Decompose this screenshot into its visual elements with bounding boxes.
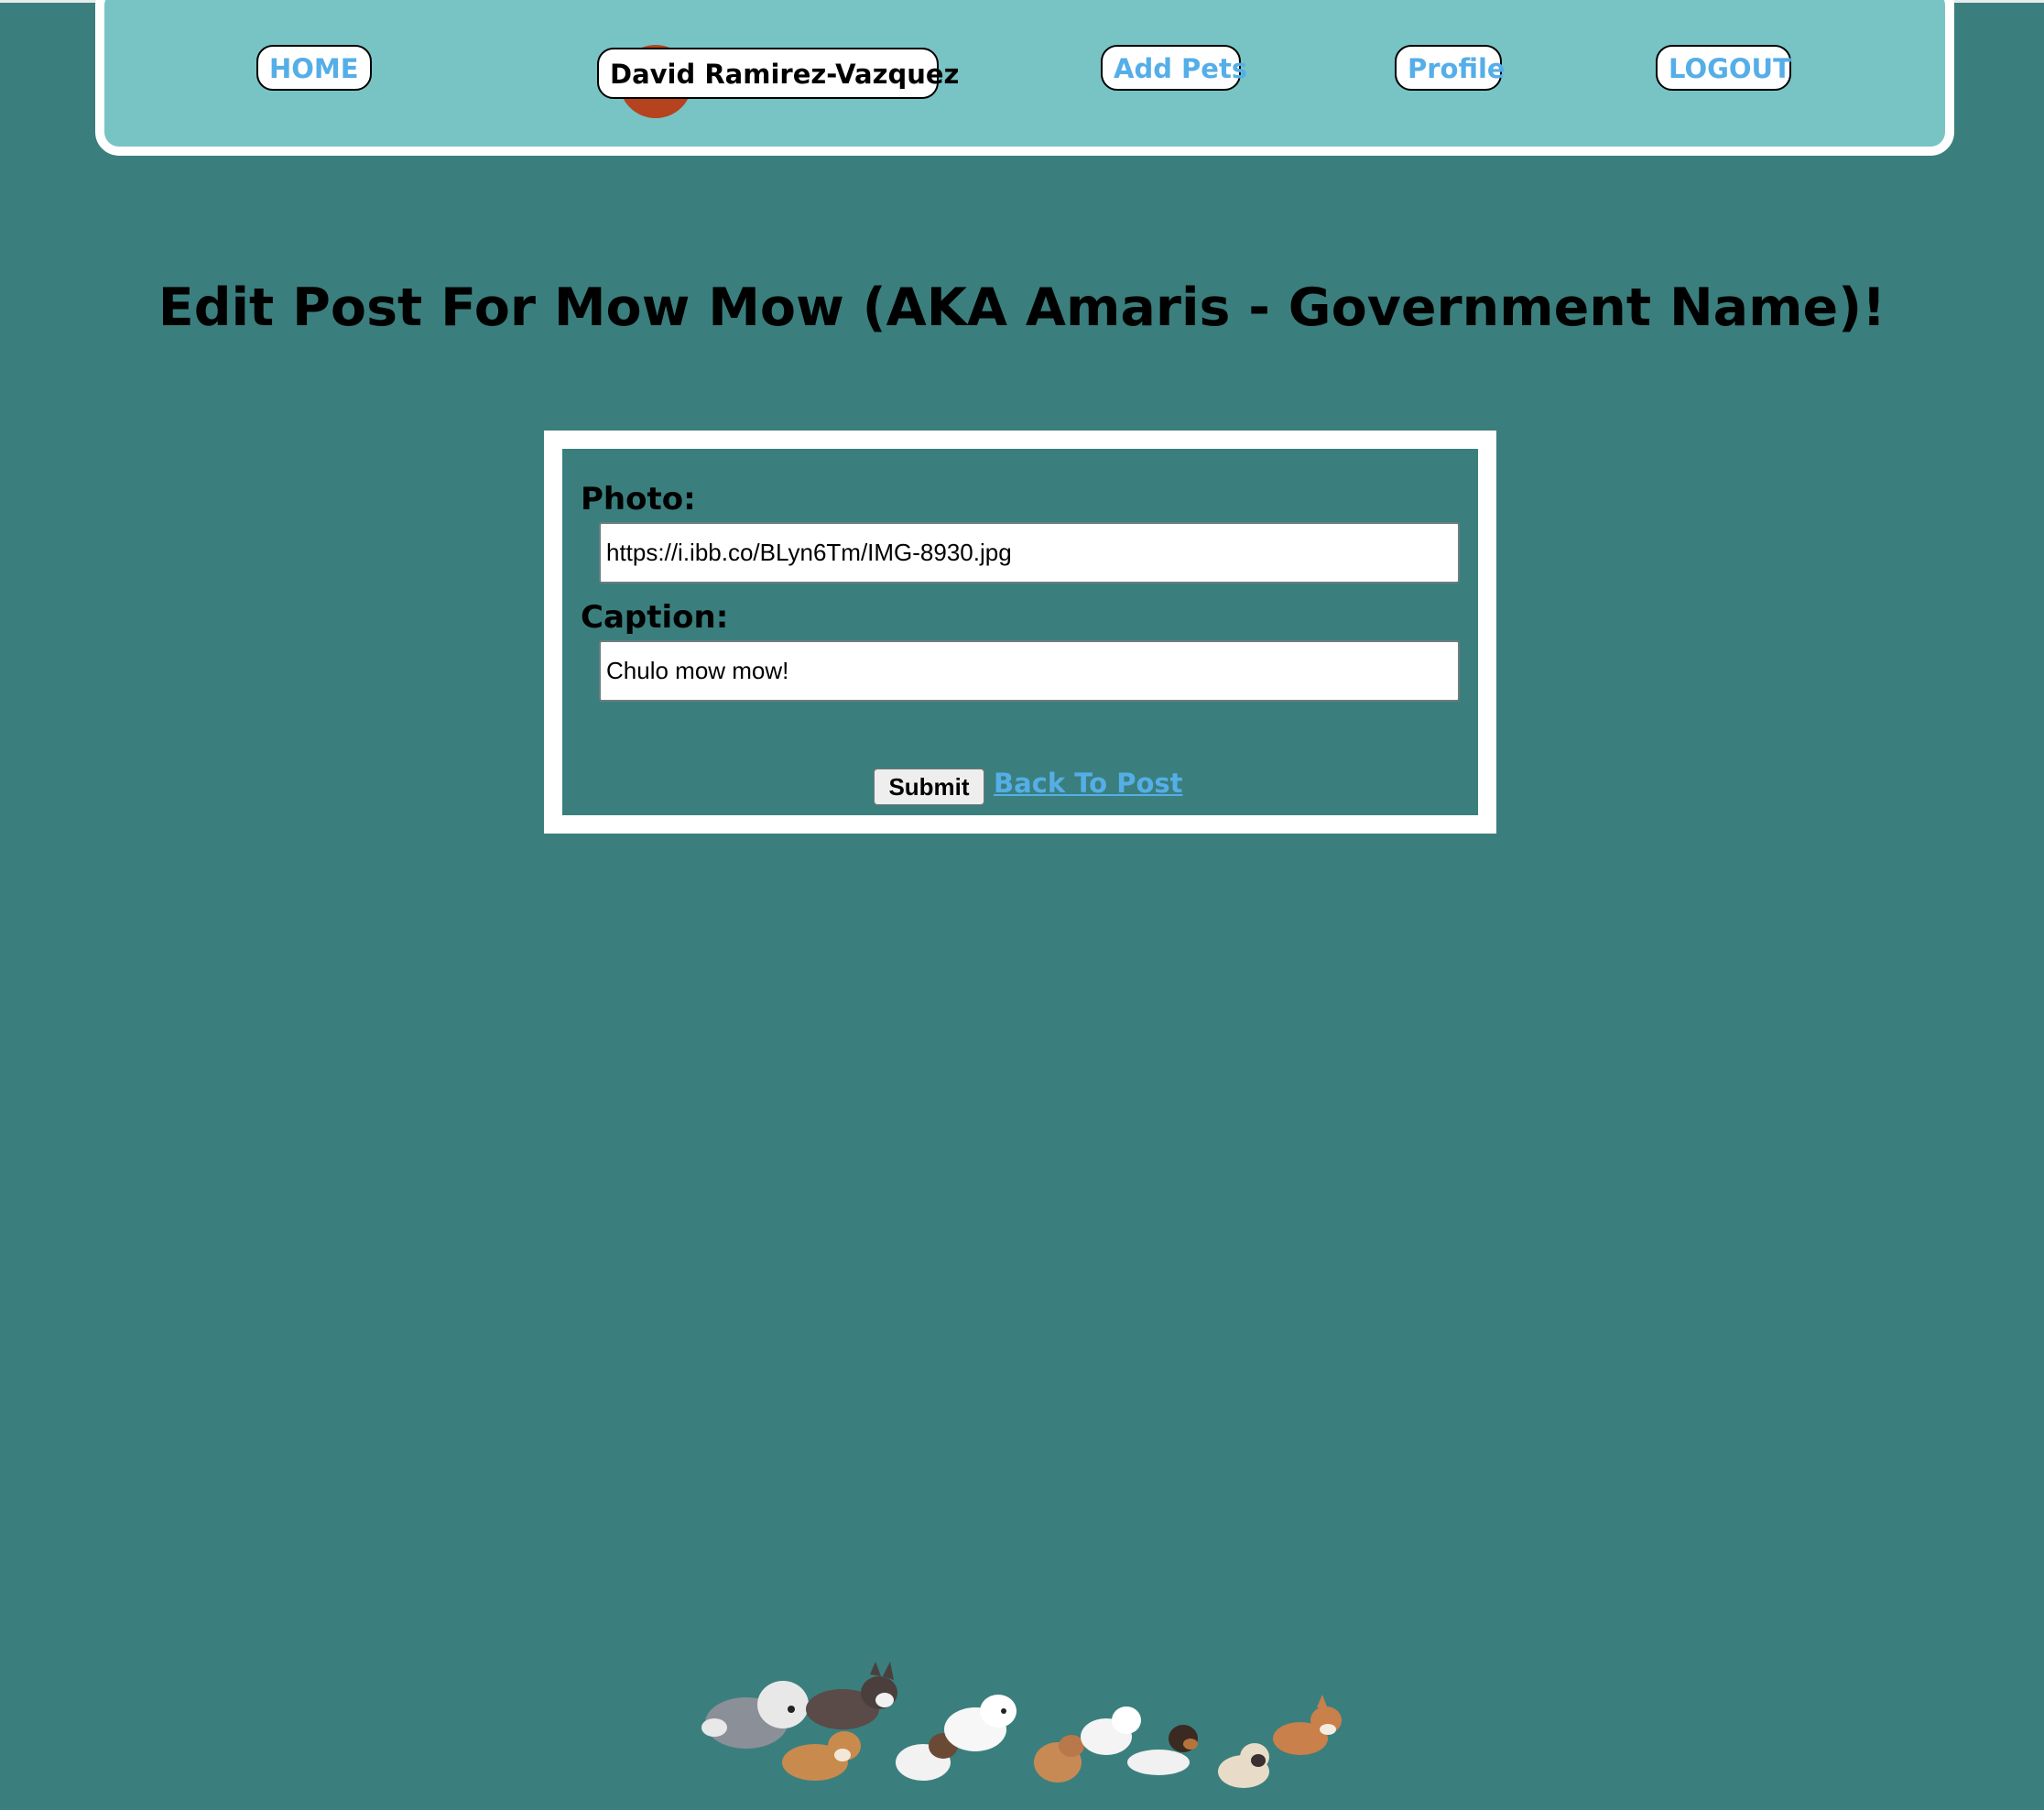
profile-button[interactable]: Profile (1395, 45, 1506, 91)
dog-westie-icon (1081, 1706, 1141, 1755)
submit-button[interactable]: Submit (874, 769, 984, 805)
photo-url-input[interactable] (599, 522, 1460, 583)
caption-label: Caption: (581, 599, 729, 636)
dog-sheepdog-icon (701, 1681, 809, 1749)
logout-button[interactable]: LOGOUT (1656, 45, 1791, 91)
page-title: Edit Post For Mow Mow (AKA Amaris - Gove… (158, 278, 1886, 338)
dog-husky-icon (806, 1662, 897, 1729)
back-to-post-link[interactable]: Back To Post (994, 768, 1183, 799)
dog-corgi-icon (782, 1731, 861, 1781)
user-name-badge[interactable]: David Ramirez-Vazquez (597, 48, 959, 99)
add-pets-button[interactable]: Add Pets (1101, 45, 1247, 91)
home-button[interactable]: HOME (256, 45, 372, 91)
dog-dachshund-icon (1127, 1725, 1198, 1775)
running-dogs-illustration (701, 1662, 1342, 1788)
caption-input[interactable] (599, 640, 1460, 702)
dog-samoyed-icon (944, 1695, 1017, 1751)
dog-shiba-icon (1273, 1695, 1342, 1755)
navbar: HOME D David Ramirez-Vazquez Add Pets Pr… (95, 0, 1954, 156)
dog-pug-icon (1218, 1743, 1269, 1788)
dog-pomeranian-icon (1034, 1735, 1084, 1783)
photo-label: Photo: (581, 481, 696, 518)
